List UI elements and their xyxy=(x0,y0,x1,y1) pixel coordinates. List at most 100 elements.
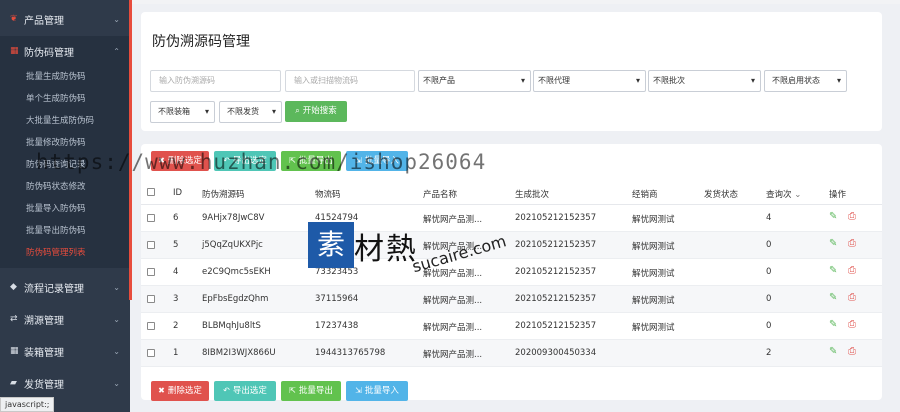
cell-query-count: 0 xyxy=(766,267,772,277)
row-checkbox[interactable] xyxy=(147,322,155,330)
cell-query-count: 0 xyxy=(766,294,772,304)
cell-dealer: 解忧网测试 xyxy=(632,269,675,279)
shipping-select[interactable]: 不限发货 ▾ xyxy=(219,101,282,123)
enable-status-select-value: 不限启用状态 xyxy=(772,76,820,85)
cell-id: 1 xyxy=(173,348,179,358)
print-icon[interactable]: ⎙ xyxy=(848,211,856,222)
packing-select-value: 不限装箱 xyxy=(158,107,190,116)
cell-dealer: 解忧网测试 xyxy=(632,215,675,225)
row-checkbox[interactable] xyxy=(147,241,155,249)
header-logistics: 物流码 xyxy=(315,190,341,200)
button-label: 批量导入 xyxy=(364,386,399,396)
watermark-url: https://www.huzhan.com/ishop26064 xyxy=(36,150,487,174)
leaf-icon: ❦ xyxy=(10,14,18,24)
print-icon[interactable]: ⎙ xyxy=(848,346,856,357)
row-checkbox[interactable] xyxy=(147,214,155,222)
cell-dealer: 解忧网测试 xyxy=(632,296,675,306)
cell-query-count: 0 xyxy=(766,240,772,250)
row-checkbox[interactable] xyxy=(147,349,155,357)
sidebar: ❦ 产品管理 ⌄ ▦ 防伪码管理 ⌃ 批量生成防伪码 单个生成防伪码 大批量生成… xyxy=(0,0,130,412)
edit-icon[interactable]: ✎ xyxy=(829,319,837,330)
header-actions: 操作 xyxy=(829,190,847,200)
cell-id: 2 xyxy=(173,321,179,331)
print-icon[interactable]: ⎙ xyxy=(848,292,856,303)
status-bar: javascript:; xyxy=(0,397,55,412)
sidebar-item-label: 流程记录管理 xyxy=(24,283,84,295)
cell-query-count: 2 xyxy=(766,348,772,358)
sidebar-subitem-batch-generate[interactable]: 批量生成防伪码 xyxy=(0,66,130,88)
print-icon[interactable]: ⎙ xyxy=(848,265,856,276)
sidebar-item-label: 发货管理 xyxy=(24,379,64,391)
header-batch: 生成批次 xyxy=(515,190,550,200)
cell-logistics: 17237438 xyxy=(315,321,359,331)
chevron-down-icon: ⌄ xyxy=(113,14,120,24)
chevron-down-icon: ⌄ xyxy=(113,314,120,324)
batch-export-button-bottom[interactable]: ⇱ 批量导出 xyxy=(281,381,341,401)
agent-select[interactable]: 不限代理 ▾ xyxy=(533,70,646,92)
header-dealer: 经销商 xyxy=(632,190,658,200)
caret-down-icon: ▾ xyxy=(750,76,755,85)
row-checkbox[interactable] xyxy=(147,268,155,276)
edit-icon[interactable]: ✎ xyxy=(829,346,837,357)
batch-import-button-bottom[interactable]: ⇲ 批量导入 xyxy=(346,381,408,401)
cell-product: 解忧网产品测... xyxy=(423,296,483,306)
sidebar-subitem-large-generate[interactable]: 大批量生成防伪码 xyxy=(0,110,130,132)
batch-select[interactable]: 不限批次 ▾ xyxy=(648,70,761,92)
button-label: 批量导出 xyxy=(298,386,333,396)
sidebar-item-products[interactable]: ❦ 产品管理 ⌄ xyxy=(0,4,130,34)
cell-query-count: 4 xyxy=(766,213,772,223)
cell-id: 4 xyxy=(173,267,179,277)
chevron-up-icon: ⌃ xyxy=(113,46,120,56)
sidebar-subitem-status-modify[interactable]: 防伪码状态修改 xyxy=(0,176,130,198)
import-icon: ⇲ xyxy=(355,386,362,395)
edit-icon[interactable]: ✎ xyxy=(829,211,837,222)
cell-product: 解忧网产品测... xyxy=(423,323,483,333)
search-icon: ⌕ xyxy=(295,106,300,115)
header-id: ID xyxy=(173,188,183,198)
product-select[interactable]: 不限产品 ▾ xyxy=(418,70,531,92)
print-icon[interactable]: ⎙ xyxy=(848,319,856,330)
delete-selected-button-bottom[interactable]: ✖ 删除选定 xyxy=(151,381,209,401)
cell-logistics: 1944313765798 xyxy=(315,348,386,358)
caret-down-icon: ▾ xyxy=(635,76,640,85)
code-search-input[interactable]: 输入防伪溯源码 xyxy=(150,70,281,92)
sidebar-subitem-batch-export[interactable]: 批量导出防伪码 xyxy=(0,220,130,242)
sort-icon: ⌄ xyxy=(794,190,802,200)
sidebar-item-shipping[interactable]: ▰ 发货管理 ⌄ xyxy=(0,368,130,398)
caret-down-icon: ▾ xyxy=(271,107,276,116)
sidebar-item-anticounterfeit[interactable]: ▦ 防伪码管理 ⌃ xyxy=(0,36,130,66)
search-button[interactable]: ⌕ 开始搜索 xyxy=(285,101,347,122)
packing-select[interactable]: 不限装箱 ▾ xyxy=(150,101,215,123)
reply-icon: ↶ xyxy=(223,386,230,395)
cell-batch: 202009300450334 xyxy=(515,348,597,358)
product-select-value: 不限产品 xyxy=(423,76,455,85)
header-query-count-label: 查询次 xyxy=(766,190,792,200)
print-icon[interactable]: ⎙ xyxy=(848,238,856,249)
sidebar-item-packing[interactable]: ▦ 装箱管理 ⌄ xyxy=(0,336,130,366)
refresh-icon: ⇄ xyxy=(10,314,18,324)
logistics-search-input[interactable]: 输入或扫描物流码 xyxy=(285,70,415,92)
sidebar-item-label: 溯源管理 xyxy=(24,315,64,327)
export-selected-button-bottom[interactable]: ↶ 导出选定 xyxy=(214,381,276,401)
cell-id: 6 xyxy=(173,213,179,223)
edit-icon[interactable]: ✎ xyxy=(829,238,837,249)
sidebar-subitem-single-generate[interactable]: 单个生成防伪码 xyxy=(0,88,130,110)
sidebar-item-process-records[interactable]: ◆ 流程记录管理 ⌄ xyxy=(0,272,130,302)
watermark-logo: 素 材熱 sucaire.com xyxy=(308,220,546,280)
batch-select-value: 不限批次 xyxy=(653,76,685,85)
sidebar-subitem-batch-import[interactable]: 批量导入防伪码 xyxy=(0,198,130,220)
cell-code: e2C9Qmc5sEKH xyxy=(202,267,271,277)
header-ship-status: 发货状态 xyxy=(704,190,739,200)
enable-status-select[interactable]: 不限启用状态 ▾ xyxy=(764,70,847,92)
cell-id: 5 xyxy=(173,240,179,250)
top-strip xyxy=(0,0,900,4)
row-checkbox[interactable] xyxy=(147,295,155,303)
sidebar-subitem-code-list[interactable]: 防伪码管理列表 xyxy=(0,242,130,264)
edit-icon[interactable]: ✎ xyxy=(829,265,837,276)
header-query-count[interactable]: 查询次 ⌄ xyxy=(766,188,801,200)
edit-icon[interactable]: ✎ xyxy=(829,292,837,303)
select-all-checkbox[interactable] xyxy=(147,188,155,196)
sidebar-item-traceability[interactable]: ⇄ 溯源管理 ⌄ xyxy=(0,304,130,334)
cell-batch: 202105212152357 xyxy=(515,321,597,331)
tag-icon: ◆ xyxy=(10,282,17,292)
